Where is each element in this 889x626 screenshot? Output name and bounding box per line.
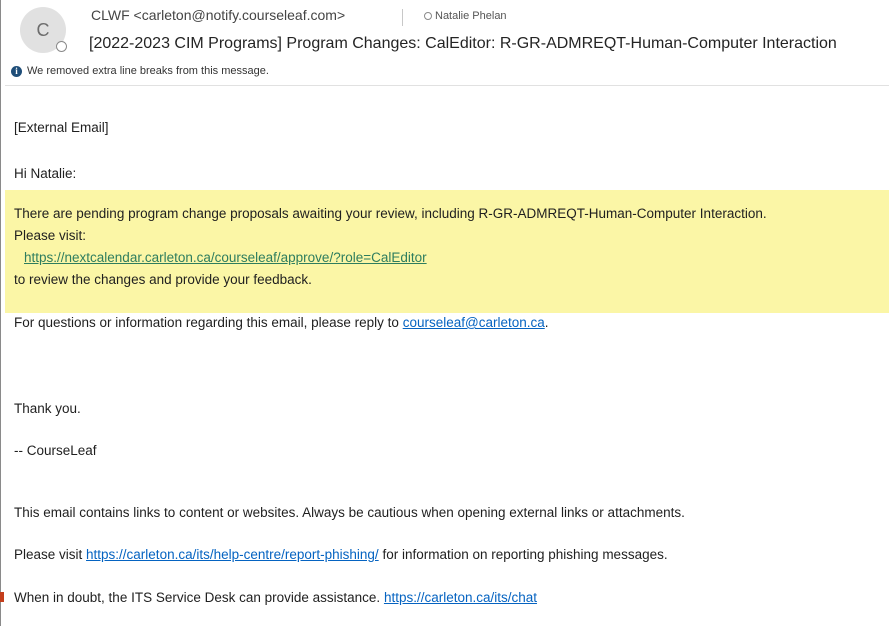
header-separator [402, 9, 403, 26]
info-icon: i [11, 65, 22, 77]
its-chat-link[interactable]: https://carleton.ca/its/chat [384, 590, 537, 605]
external-email-tag: [External Email] [14, 120, 109, 135]
sender-address[interactable]: CLWF <carleton@notify.courseleaf.com> [91, 7, 345, 23]
service-desk-text: When in doubt, the ITS Service Desk can … [14, 590, 384, 605]
recipient[interactable]: Natalie Phelan [424, 10, 507, 22]
caution-text: This email contains links to content or … [14, 505, 685, 520]
approve-link[interactable]: https://nextcalendar.carleton.ca/coursel… [24, 250, 427, 265]
left-border-marker [0, 592, 4, 602]
pending-proposals-text: There are pending program change proposa… [14, 206, 767, 221]
please-visit-text: Please visit: [14, 228, 87, 243]
report-phishing-link[interactable]: https://carleton.ca/its/help-centre/repo… [86, 547, 379, 562]
message-subject: [2022-2023 CIM Programs] Program Changes… [89, 35, 837, 52]
recipient-name: Natalie Phelan [435, 10, 507, 22]
left-border [0, 0, 1, 626]
header-divider [5, 85, 889, 86]
questions-text: For questions or information regarding t… [14, 315, 403, 330]
questions-period: . [544, 315, 549, 330]
signature: -- CourseLeaf [14, 443, 97, 458]
thank-you-text: Thank you. [14, 401, 81, 416]
presence-status-icon [56, 41, 67, 52]
phishing-line: Please visit https://carleton.ca/its/hel… [14, 547, 668, 562]
message-header: C CLWF <carleton@notify.courseleaf.com> … [0, 0, 889, 80]
service-desk-line: When in doubt, the ITS Service Desk can … [14, 590, 537, 605]
greeting: Hi Natalie: [14, 166, 77, 181]
info-notice[interactable]: i We removed extra line breaks from this… [11, 65, 269, 77]
review-changes-text: to review the changes and provide your f… [14, 272, 312, 287]
phishing-prefix: Please visit [14, 547, 87, 562]
info-notice-text: We removed extra line breaks from this m… [27, 65, 269, 77]
recipient-presence-icon [424, 12, 432, 20]
courseleaf-email-link[interactable]: courseleaf@carleton.ca [403, 315, 545, 330]
phishing-suffix: for information on reporting phishing me… [378, 547, 668, 562]
questions-line: For questions or information regarding t… [14, 315, 549, 330]
